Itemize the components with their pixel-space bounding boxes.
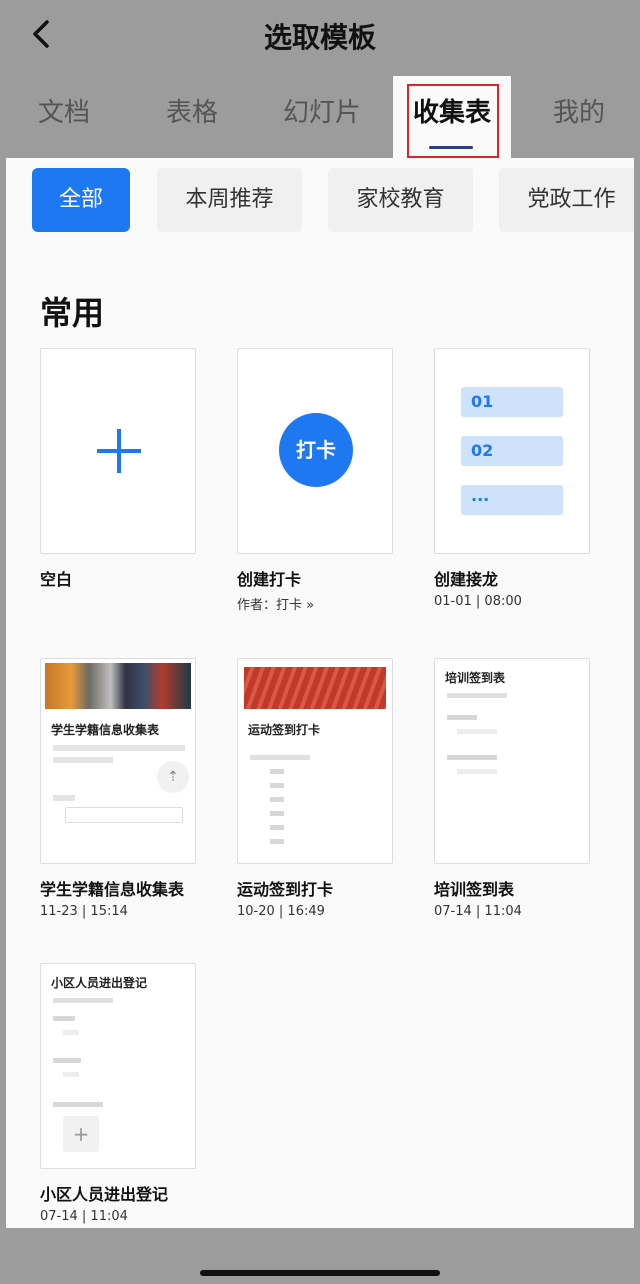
upload-icon: ⇡ [157,761,189,793]
relay-item: 02 [461,436,563,466]
home-indicator [200,1270,440,1276]
chip-weekly-recommend[interactable]: 本周推荐 [157,168,302,232]
template-meta: 作者：打卡 » [237,598,315,613]
tab-mine[interactable]: 我的 [553,92,605,129]
template-name: 运动签到打卡 [237,880,334,899]
template-name: 创建接龙 [434,570,499,589]
template-name: 小区人员进出登记 [40,1185,169,1204]
template-card-student-info[interactable]: 学生学籍信息收集表 ⇡ 学生学籍信息收集表 11-23 | 15:14 [40,658,196,919]
cover-image [45,663,191,709]
template-meta: 11-23 | 15:14 [40,904,128,919]
cover-image [244,667,386,709]
template-thumbnail: 运动签到打卡 [237,658,393,864]
plus-icon: + [63,1116,99,1152]
header: 选取模板 [0,0,640,70]
template-name: 学生学籍信息收集表 [40,880,185,899]
chip-party-gov[interactable]: 党政工作 [499,168,634,232]
relay-item: ··· [461,485,563,515]
template-card-training-signin[interactable]: 培训签到表 培训签到表 07-14 | 11:04 [434,658,590,919]
template-meta: 01-01 | 08:00 [434,594,522,609]
template-meta: 07-14 | 11:04 [434,904,522,919]
tab-sheets[interactable]: 表格 [166,92,218,129]
tab-slides[interactable]: 幻灯片 [283,92,361,129]
tab-active-indicator [429,146,473,149]
tab-bar: 文档 表格 幻灯片 收集表 我的 [0,78,640,158]
thumb-input [65,807,183,823]
template-thumbnail: 学生学籍信息收集表 ⇡ [40,658,196,864]
template-name: 创建打卡 [237,570,302,589]
template-card-checkin[interactable]: 打卡 创建打卡 作者：打卡 » [237,348,393,613]
tab-documents[interactable]: 文档 [38,92,90,129]
template-card-sports-checkin[interactable]: 运动签到打卡 运动签到打卡 10-20 | 16:49 [237,658,393,919]
template-card-relay[interactable]: 01 02 ··· 创建接龙 01-01 | 08:00 [434,348,590,609]
template-name: 培训签到表 [434,880,515,899]
template-thumbnail: 培训签到表 [434,658,590,864]
template-thumbnail: 小区人员进出登记 + [40,963,196,1169]
template-thumbnail: 01 02 ··· [434,348,590,554]
template-card-blank[interactable]: 空白 [40,348,196,590]
thumb-title: 学生学籍信息收集表 [51,723,160,737]
thumb-title: 培训签到表 [445,671,506,685]
template-meta: 10-20 | 16:49 [237,904,325,919]
page-title: 选取模板 [263,21,376,54]
template-meta: 07-14 | 11:04 [40,1209,128,1224]
chip-home-school[interactable]: 家校教育 [328,168,473,232]
template-name: 空白 [40,570,73,589]
template-panel: 全部 本周推荐 家校教育 党政工作 常用 空白 打卡 创建打卡 作者：打卡 » … [6,158,634,1228]
checkin-badge: 打卡 [279,413,353,487]
chip-all[interactable]: 全部 [32,168,130,232]
thumb-title: 小区人员进出登记 [51,976,148,990]
template-card-resident-log[interactable]: 小区人员进出登记 + 小区人员进出登记 07-14 | 11:04 [40,963,196,1224]
thumb-title: 运动签到打卡 [248,723,321,737]
section-title: 常用 [40,294,105,332]
template-thumbnail: 打卡 [237,348,393,554]
category-chips: 全部 本周推荐 家校教育 党政工作 [32,168,634,234]
template-thumbnail [40,348,196,554]
relay-item: 01 [461,387,563,417]
